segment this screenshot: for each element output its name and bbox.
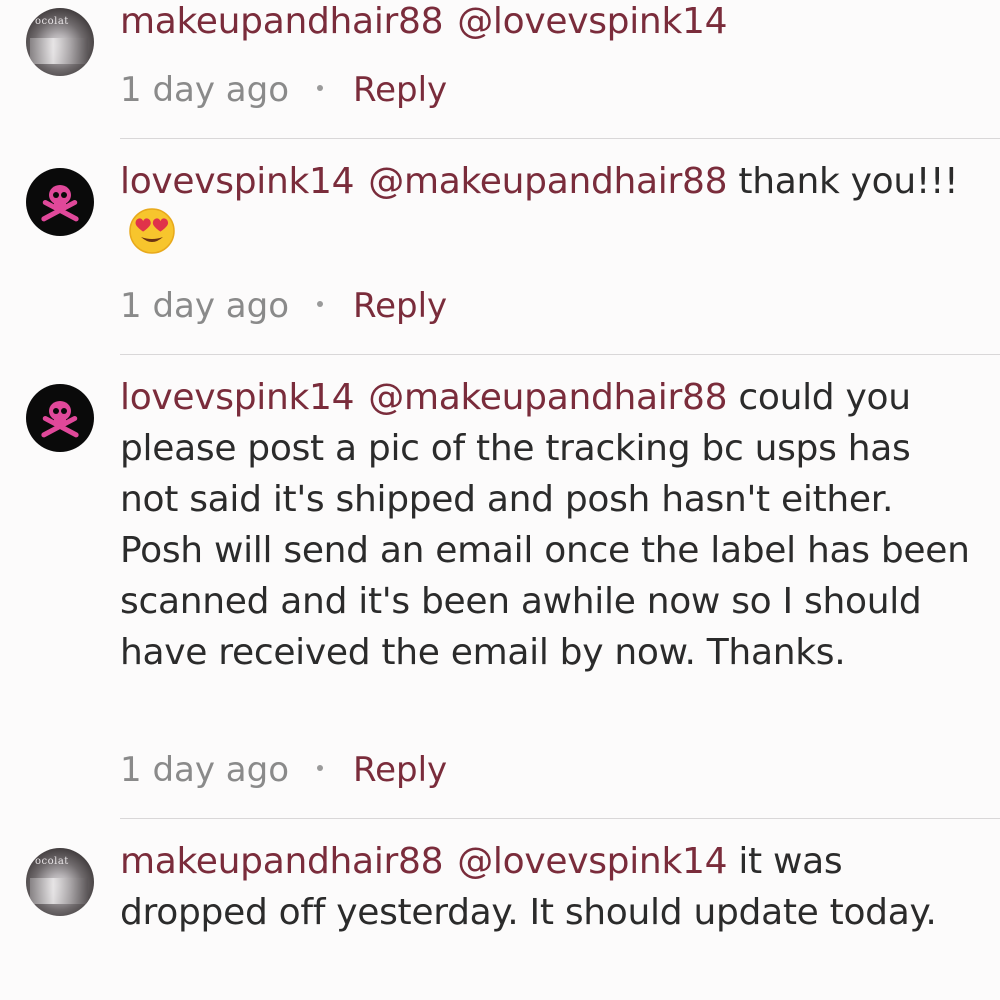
pink-skull-icon: [41, 401, 79, 438]
mention-link[interactable]: @makeupandhair88: [368, 161, 727, 202]
comment-meta: 1 day ago Reply: [120, 286, 447, 326]
avatar[interactable]: ocolat: [26, 848, 94, 916]
comment-meta: 1 day ago Reply: [120, 750, 447, 790]
divider: [120, 354, 1000, 355]
username-link[interactable]: makeupandhair88: [120, 841, 444, 882]
avatar[interactable]: ocolat: [26, 8, 94, 76]
username-link[interactable]: lovevspink14: [120, 377, 355, 418]
comment-body: makeupandhair88 @lovevspink14: [120, 0, 974, 47]
username-link[interactable]: makeupandhair88: [120, 1, 444, 42]
divider: [120, 818, 1000, 819]
reply-button[interactable]: Reply: [353, 750, 447, 790]
mention-link[interactable]: @lovevspink14: [457, 841, 727, 882]
separator-dot: [317, 300, 324, 307]
pink-skull-icon: [41, 185, 79, 222]
username-link[interactable]: lovevspink14: [120, 161, 355, 202]
comment-body: makeupandhair88 @lovevspink14 it was drop…: [120, 836, 974, 938]
divider: [120, 138, 1000, 139]
reply-button[interactable]: Reply: [353, 286, 447, 326]
separator-dot: [317, 84, 324, 91]
timestamp: 1 day ago: [120, 750, 290, 790]
avatar-photo-box: [30, 38, 88, 64]
timestamp: 1 day ago: [120, 286, 290, 326]
comments-screen: ocolat makeupandhair88 @lovevspink14 1 da…: [0, 0, 1000, 1000]
heart-eyes-emoji-icon: [129, 208, 175, 254]
comment-text: thank you!!!: [738, 161, 959, 202]
reply-button[interactable]: Reply: [353, 70, 447, 110]
avatar-photo-text: ocolat: [35, 16, 69, 27]
mention-link[interactable]: @lovevspink14: [457, 1, 727, 42]
comment-text: could you please post a pic of the track…: [120, 377, 970, 673]
avatar-photo-box: [30, 878, 88, 904]
timestamp: 1 day ago: [120, 70, 290, 110]
comment-body: lovevspink14 @makeupandhair88 thank you!!…: [120, 156, 974, 261]
comment-body: lovevspink14 @makeupandhair88 could you p…: [120, 372, 974, 678]
separator-dot: [317, 764, 324, 771]
avatar[interactable]: [26, 168, 94, 236]
mention-link[interactable]: @makeupandhair88: [368, 377, 727, 418]
avatar[interactable]: [26, 384, 94, 452]
avatar-photo-text: ocolat: [35, 856, 69, 867]
comment-meta: 1 day ago Reply: [120, 70, 447, 110]
